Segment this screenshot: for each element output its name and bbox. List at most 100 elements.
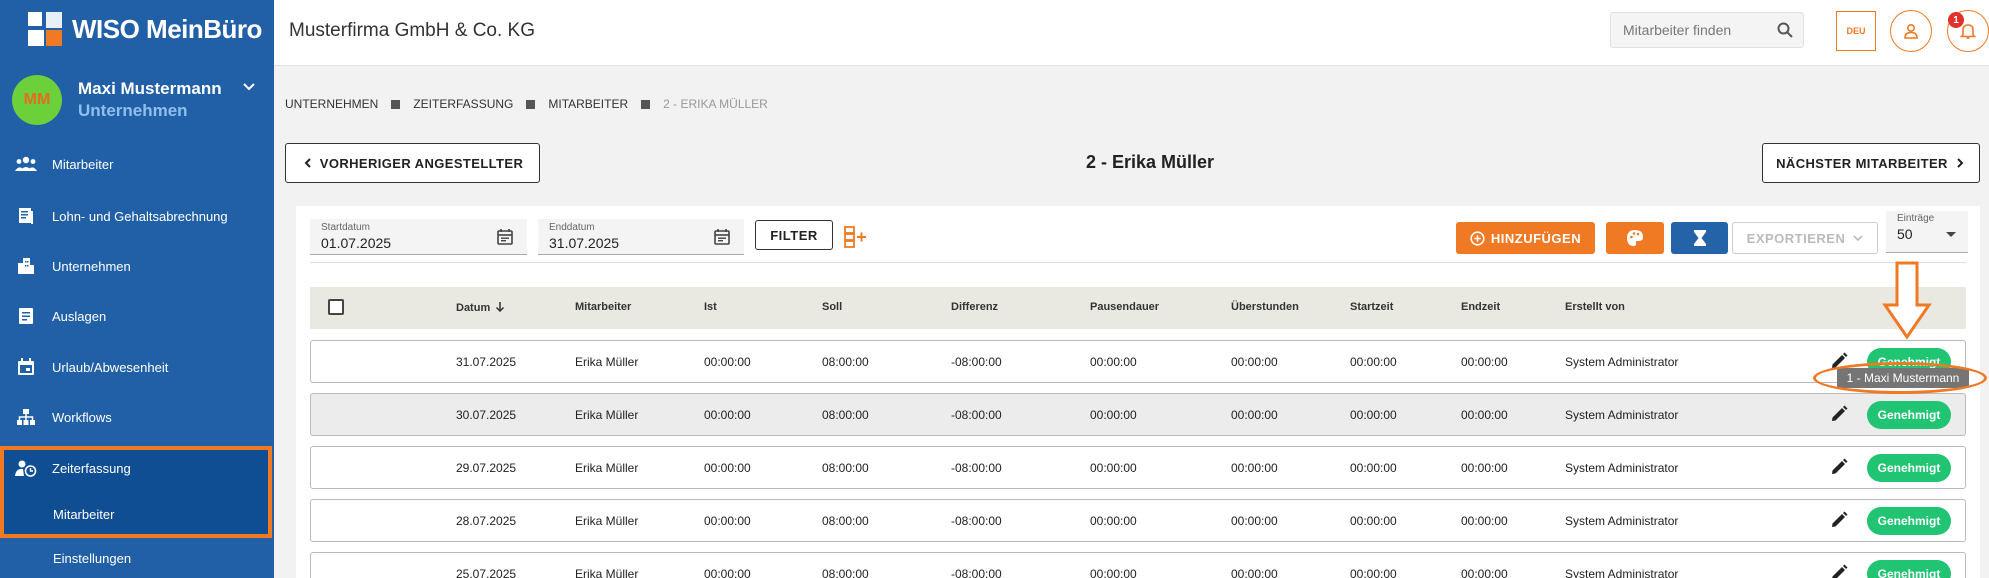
table-row[interactable]: 29.07.2025 Erika Müller 00:00:00 08:00:0… — [310, 446, 1966, 489]
plus-circle-icon — [1470, 230, 1485, 246]
top-bar: Musterfirma GmbH & Co. KG DEU 1 — [274, 0, 1989, 66]
sidebar-item-label: Urlaub/Abwesenheit — [52, 359, 169, 375]
chevron-down-icon[interactable] — [242, 82, 256, 92]
calendar-icon[interactable] — [497, 228, 513, 245]
palette-icon — [1627, 230, 1643, 246]
logo[interactable]: WISO MeinBüro — [28, 10, 262, 48]
start-date-field[interactable]: Startdatum 01.07.2025 — [310, 219, 527, 255]
pencil-icon[interactable] — [1830, 511, 1848, 529]
cell-soll: 08:00:00 — [822, 355, 869, 369]
pencil-icon[interactable] — [1830, 405, 1848, 423]
pencil-icon[interactable] — [1830, 564, 1848, 578]
sidebar-item-unternehmen[interactable]: Unternehmen — [0, 241, 274, 291]
breadcrumb-zeiterfassung[interactable]: ZEITERFASSUNG — [413, 97, 513, 111]
column-header-pausendauer[interactable]: Pausendauer — [1090, 301, 1159, 313]
sidebar-subitem-mitarbeiter[interactable]: Mitarbeiter — [53, 507, 114, 522]
column-header-startzeit[interactable]: Startzeit — [1350, 301, 1393, 313]
column-header-ist[interactable]: Ist — [704, 301, 717, 313]
column-header-endzeit[interactable]: Endzeit — [1461, 301, 1500, 313]
color-settings-button[interactable] — [1606, 222, 1664, 254]
table-row[interactable]: 25.07.2025 Erika Müller 00:00:00 08:00:0… — [310, 552, 1966, 578]
search-icon[interactable] — [1777, 22, 1793, 38]
divider — [310, 262, 1966, 263]
column-header-mitarbeiter[interactable]: Mitarbeiter — [575, 301, 631, 313]
building-icon — [14, 256, 38, 276]
table-row[interactable]: 28.07.2025 Erika Müller 00:00:00 08:00:0… — [310, 499, 1966, 542]
employee-search[interactable] — [1610, 12, 1804, 48]
add-entry-button[interactable]: HINZUFÜGEN — [1456, 222, 1595, 254]
cell-ueberstunden: 00:00:00 — [1231, 461, 1278, 475]
cell-differenz: -08:00:00 — [951, 567, 1002, 578]
end-date-field[interactable]: Enddatum 31.07.2025 — [538, 219, 744, 255]
cell-endzeit: 00:00:00 — [1461, 567, 1508, 578]
sidebar-item-label: Workflows — [52, 409, 112, 425]
add-filter-icon[interactable] — [844, 225, 868, 249]
select-all-checkbox[interactable] — [328, 299, 344, 315]
receipt-icon — [14, 306, 38, 326]
status-badge[interactable]: Genehmigt — [1867, 507, 1951, 535]
cell-soll: 08:00:00 — [822, 408, 869, 422]
cell-soll: 08:00:00 — [822, 461, 869, 475]
table-row[interactable]: 30.07.2025 Erika Müller 00:00:00 08:00:0… — [310, 393, 1966, 436]
table-row[interactable]: 31.07.2025 Erika Müller 00:00:00 08:00:0… — [310, 340, 1966, 383]
cell-mitarbeiter: Erika Müller — [575, 567, 639, 578]
cell-erstellt-von: System Administrator — [1565, 461, 1679, 475]
annotation-arrow-down-icon — [1882, 261, 1932, 340]
cell-soll: 08:00:00 — [822, 514, 869, 528]
entries-value: 50 — [1897, 226, 1913, 242]
search-input[interactable] — [1623, 22, 1773, 38]
entries-per-page-select[interactable]: Einträge 50 — [1886, 211, 1968, 253]
next-employee-button[interactable]: NÄCHSTER MITARBEITER — [1762, 143, 1980, 183]
breadcrumb-separator — [391, 99, 401, 109]
sidebar-subitem-einstellungen[interactable]: Einstellungen — [53, 551, 131, 566]
sort-arrow-down-icon[interactable] — [495, 301, 505, 313]
sidebar-item-lohn[interactable]: Lohn- und Gehaltsabrechnung — [0, 191, 274, 241]
cell-datum: 30.07.2025 — [456, 408, 517, 422]
avatar: MM — [12, 75, 62, 125]
cell-pausendauer: 00:00:00 — [1090, 355, 1137, 369]
user-menu[interactable]: MM Maxi Mustermann Unternehmen — [12, 74, 262, 126]
filter-button[interactable]: FILTER — [755, 220, 833, 250]
cell-startzeit: 00:00:00 — [1350, 567, 1397, 578]
column-header-soll[interactable]: Soll — [822, 301, 842, 313]
sidebar-item-urlaub[interactable]: Urlaub/Abwesenheit — [0, 342, 274, 392]
user-role: Unternehmen — [78, 101, 188, 120]
sidebar-item-workflows[interactable]: Workflows — [0, 392, 274, 442]
calendar-icon[interactable] — [714, 228, 730, 245]
sidebar: WISO MeinBüro MM Maxi Mustermann Unterne… — [0, 0, 274, 578]
cell-startzeit: 00:00:00 — [1350, 408, 1397, 422]
breadcrumb-mitarbeiter[interactable]: MITARBEITER — [548, 97, 628, 111]
status-badge[interactable]: Genehmigt — [1867, 454, 1951, 482]
sidebar-item-label: Zeiterfassung — [52, 460, 131, 476]
cell-datum: 31.07.2025 — [456, 355, 517, 369]
cell-endzeit: 00:00:00 — [1461, 461, 1508, 475]
cell-erstellt-von: System Administrator — [1565, 514, 1679, 528]
cell-datum: 25.07.2025 — [456, 567, 517, 578]
breadcrumb: UNTERNEHMEN ZEITERFASSUNG MITARBEITER 2 … — [285, 97, 768, 111]
hourglass-icon — [1693, 230, 1706, 246]
cell-ist: 00:00:00 — [704, 567, 751, 578]
column-header-differenz[interactable]: Differenz — [951, 301, 998, 313]
column-header-erstellt-von[interactable]: Erstellt von — [1565, 301, 1625, 313]
column-header-ueberstunden[interactable]: Überstunden — [1231, 301, 1299, 313]
cell-ueberstunden: 00:00:00 — [1231, 408, 1278, 422]
column-header-datum[interactable]: Datum — [456, 301, 505, 314]
breadcrumb-unternehmen[interactable]: UNTERNEHMEN — [285, 97, 378, 111]
time-filter-button[interactable] — [1671, 222, 1728, 254]
profile-button[interactable] — [1890, 10, 1932, 52]
pencil-icon[interactable] — [1830, 458, 1848, 476]
user-name: Maxi Mustermann — [78, 79, 222, 98]
logo-icon — [28, 12, 62, 46]
status-badge[interactable]: Genehmigt — [1867, 560, 1951, 578]
cell-endzeit: 00:00:00 — [1461, 355, 1508, 369]
sidebar-item-zeiterfassung[interactable]: Zeiterfassung — [0, 443, 274, 493]
language-button[interactable]: DEU — [1836, 11, 1876, 51]
cell-ueberstunden: 00:00:00 — [1231, 514, 1278, 528]
sidebar-item-auslagen[interactable]: Auslagen — [0, 291, 274, 341]
cell-ueberstunden: 00:00:00 — [1231, 567, 1278, 578]
cell-differenz: -08:00:00 — [951, 514, 1002, 528]
sidebar-item-label: Unternehmen — [52, 258, 131, 274]
status-badge[interactable]: Genehmigt — [1867, 401, 1951, 429]
cell-mitarbeiter: Erika Müller — [575, 408, 639, 422]
export-button[interactable]: EXPORTIEREN — [1732, 222, 1878, 254]
